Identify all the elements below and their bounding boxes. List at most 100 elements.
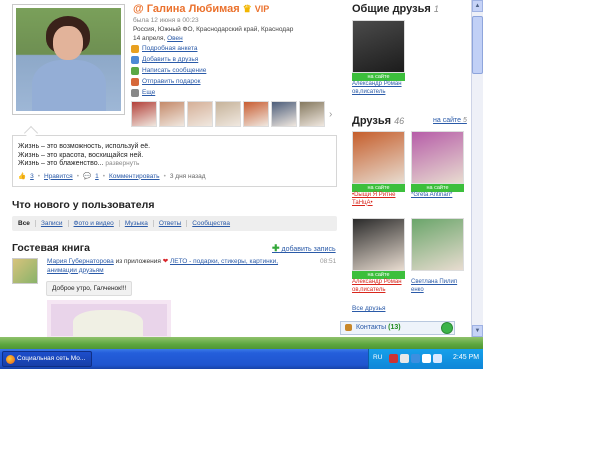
profile-action-3[interactable]: Отправить подарок bbox=[131, 76, 206, 87]
contacts-count: (13) bbox=[388, 324, 401, 331]
profile-action-label[interactable]: Написать сообщение bbox=[142, 67, 206, 74]
common-friend-card[interactable]: на сайте Александр Роман ов,писатель bbox=[352, 20, 405, 96]
scroll-down-arrow-icon[interactable]: ▼ bbox=[472, 325, 483, 337]
thumbs-up-icon[interactable]: 👍 bbox=[18, 172, 26, 180]
friend-photo[interactable] bbox=[352, 218, 405, 271]
profile-action-label[interactable]: Добавить в друзья bbox=[142, 56, 198, 63]
gift-icon bbox=[131, 77, 139, 86]
friend-name-link[interactable]: Светлана Пилип енко bbox=[411, 279, 464, 294]
heart-icon: ❤ bbox=[162, 258, 169, 265]
contacts-status-icon[interactable] bbox=[441, 322, 453, 334]
chevron-right-icon[interactable]: › bbox=[329, 109, 332, 120]
profile-icon bbox=[131, 44, 139, 53]
friend-card[interactable]: на сайте *Greta Antinari* bbox=[411, 131, 464, 200]
vertical-scrollbar[interactable]: ▲ ▼ bbox=[471, 0, 483, 337]
online-friends-label[interactable]: на сайте bbox=[433, 117, 461, 124]
profile-meta: была 12 июня в 00:23 Россия, Южный ФО, К… bbox=[133, 16, 293, 43]
gift-card-inner-shape bbox=[73, 310, 143, 337]
profile-action-2[interactable]: Написать сообщение bbox=[131, 65, 206, 76]
tab-4[interactable]: Ответы bbox=[152, 220, 186, 227]
friend-thumbnail[interactable] bbox=[215, 101, 241, 127]
taskbar-window-title: Социальная сеть Мо... bbox=[17, 355, 86, 362]
online-badge: на сайте bbox=[411, 184, 464, 192]
photo-face-shape bbox=[53, 26, 83, 60]
profile-action-0[interactable]: Подробная анкета bbox=[131, 43, 206, 54]
comment-link[interactable]: Комментировать bbox=[109, 173, 160, 180]
screen: @ Галина Любимая ♛ VIP была 12 июня в 00… bbox=[0, 0, 483, 369]
friend-photo[interactable] bbox=[352, 20, 405, 73]
friend-card[interactable]: на сайте •Dыщи Я Ритне ТаНцА• bbox=[352, 131, 405, 207]
zodiac-link[interactable]: Овен bbox=[167, 35, 183, 42]
desktop-background bbox=[0, 337, 483, 349]
separator-dot: • bbox=[163, 172, 166, 180]
comments-count[interactable]: 1 bbox=[95, 173, 99, 180]
guestbook-author-avatar[interactable] bbox=[12, 258, 38, 284]
friend-name-link[interactable]: *Greta Antinari* bbox=[411, 192, 464, 200]
expand-link[interactable]: развернуть bbox=[105, 160, 139, 167]
friend-name-link[interactable]: Александр Роман ов,писатель bbox=[352, 279, 405, 294]
friend-thumbnail[interactable] bbox=[187, 101, 213, 127]
status-line-3: Жизнь – это блаженство... развернуть bbox=[18, 160, 331, 169]
add-record-link[interactable]: ✚ добавить запись bbox=[272, 243, 336, 254]
profile-action-1[interactable]: Добавить в друзья bbox=[131, 54, 206, 65]
friend-name-link[interactable]: Александр Роман ов,писатель bbox=[352, 81, 405, 96]
tab-1[interactable]: Записи bbox=[34, 220, 68, 227]
vip-badge[interactable]: VIP bbox=[255, 4, 270, 14]
friends-thumbnail-strip: › bbox=[131, 101, 332, 127]
friend-thumbnail[interactable] bbox=[243, 101, 269, 127]
friend-thumbnail[interactable] bbox=[159, 101, 185, 127]
likes-count[interactable]: 3 bbox=[30, 173, 34, 180]
friend-photo[interactable] bbox=[352, 131, 405, 184]
all-friends-link[interactable]: Все друзья bbox=[352, 305, 385, 312]
friend-name-link[interactable]: •Dыщи Я Ритне ТаНцА• bbox=[352, 192, 405, 207]
more-icon bbox=[131, 88, 139, 97]
guestbook-from-text: из приложения bbox=[115, 258, 161, 265]
profile-photo-frame[interactable] bbox=[12, 4, 125, 115]
message-icon bbox=[131, 66, 139, 75]
profile-action-4[interactable]: Еще bbox=[131, 87, 206, 98]
profile-action-label[interactable]: Еще bbox=[142, 89, 155, 96]
friend-photo[interactable] bbox=[411, 218, 464, 271]
scroll-up-arrow-icon[interactable]: ▲ bbox=[472, 0, 483, 12]
friend-photo[interactable] bbox=[411, 131, 464, 184]
tab-3[interactable]: Музыка bbox=[118, 220, 153, 227]
crown-icon: ♛ bbox=[242, 4, 252, 15]
taskbar-window-button[interactable]: Социальная сеть Мо... bbox=[2, 351, 92, 367]
status-line-1: Жизнь – это возможность, используй её. bbox=[18, 143, 151, 150]
system-tray: RU 2:45 PM bbox=[368, 349, 483, 369]
like-link[interactable]: Нравится bbox=[44, 173, 73, 180]
friend-thumbnail[interactable] bbox=[299, 101, 325, 127]
app-tray-icon[interactable] bbox=[411, 354, 420, 363]
separator-dot: • bbox=[102, 172, 105, 180]
tab-2[interactable]: Фото и видео bbox=[67, 220, 119, 227]
birthday-row: 14 апреля, Овен bbox=[133, 34, 293, 43]
comment-icon: 💬 bbox=[82, 173, 92, 180]
profile-action-label[interactable]: Отправить подарок bbox=[142, 78, 201, 85]
common-friends-count: 1 bbox=[433, 4, 439, 14]
contacts-label[interactable]: Контакты bbox=[356, 324, 386, 331]
antivirus-icon[interactable] bbox=[389, 354, 398, 363]
friend-card[interactable]: Светлана Пилип енко bbox=[411, 218, 464, 294]
guestbook-title: Гостевая книга bbox=[12, 242, 90, 254]
display-icon[interactable] bbox=[433, 354, 442, 363]
friend-card[interactable]: на сайте Александр Роман ов,писатель bbox=[352, 218, 405, 294]
friend-thumbnail[interactable] bbox=[271, 101, 297, 127]
contacts-bar[interactable]: Контакты (13) bbox=[340, 321, 455, 335]
scrollbar-thumb[interactable] bbox=[472, 16, 483, 74]
volume-icon[interactable] bbox=[422, 354, 431, 363]
online-badge: на сайте bbox=[352, 184, 405, 192]
network-icon[interactable] bbox=[400, 354, 409, 363]
friend-thumbnail[interactable] bbox=[131, 101, 157, 127]
tab-0[interactable]: Все bbox=[18, 220, 35, 227]
profile-photo[interactable] bbox=[16, 8, 121, 111]
language-indicator[interactable]: RU bbox=[373, 354, 382, 361]
guestbook-gift-card-image[interactable] bbox=[47, 300, 171, 337]
profile-name: Галина Любимая bbox=[146, 3, 240, 15]
profile-actions: Подробная анкета Добавить в друзья Написат… bbox=[131, 43, 206, 98]
profile-action-label[interactable]: Подробная анкета bbox=[142, 45, 197, 52]
add-record-label[interactable]: добавить запись bbox=[282, 246, 336, 253]
guestbook-author-link[interactable]: Мария Губернаторова bbox=[47, 258, 114, 265]
status-line-3-text: Жизнь – это блаженство... bbox=[18, 160, 104, 167]
online-friends-link[interactable]: на сайте 5 bbox=[433, 117, 467, 124]
tab-5[interactable]: Сообщества bbox=[186, 220, 235, 227]
